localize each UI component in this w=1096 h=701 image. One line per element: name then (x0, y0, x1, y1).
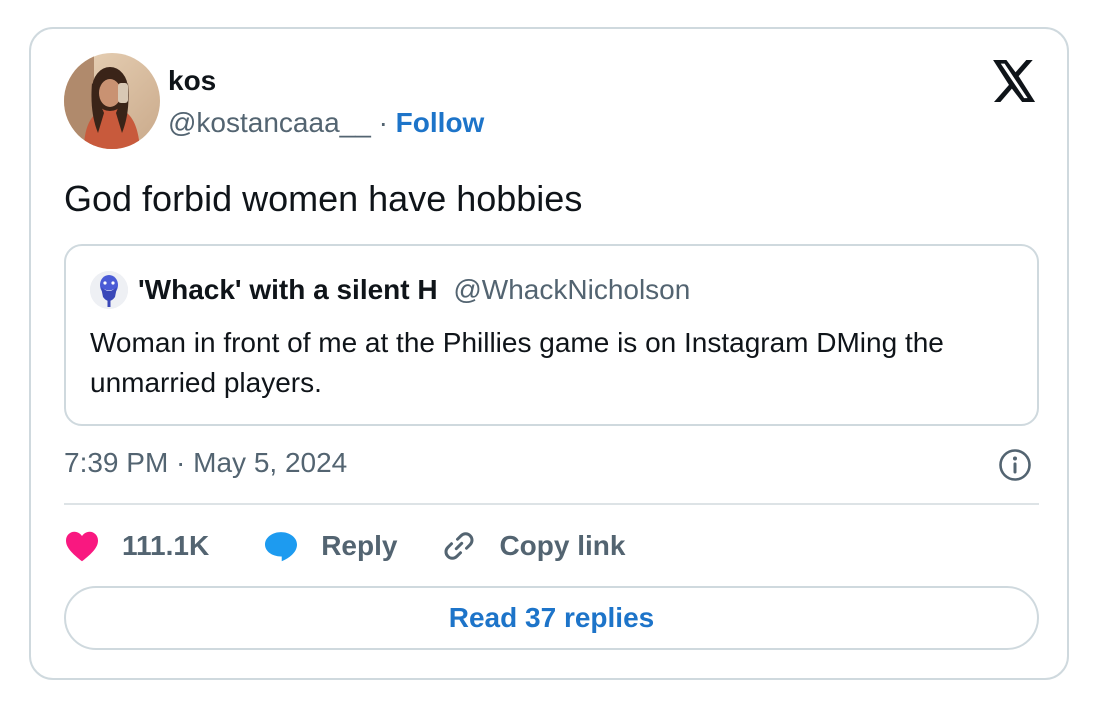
action-bar: 111.1K Reply Copy link (64, 526, 625, 566)
quoted-handle: @WhackNicholson (453, 274, 691, 305)
reply-button[interactable]: Reply (263, 530, 397, 562)
info-icon[interactable] (998, 448, 1032, 482)
read-replies-button[interactable]: Read 37 replies (64, 586, 1039, 650)
quoted-tweet-header: 'Whack' with a silent H @WhackNicholson (138, 273, 690, 307)
quoted-author-avatar (90, 271, 128, 309)
author-handle-row: @kostancaaa__ · Follow (168, 105, 484, 141)
speech-bubble-icon (263, 530, 299, 562)
heart-icon (64, 530, 100, 562)
tweet-card: kos @kostancaaa__ · Follow God forbid wo… (29, 27, 1069, 680)
link-icon (441, 528, 477, 564)
x-logo-icon[interactable] (993, 60, 1037, 102)
author-handle[interactable]: @kostancaaa__ (168, 107, 371, 138)
copy-link-button[interactable]: Copy link (441, 528, 625, 564)
handle-separator: · (378, 107, 388, 138)
like-button[interactable]: 111.1K (64, 530, 209, 562)
tweet-text: God forbid women have hobbies (64, 178, 583, 219)
follow-link[interactable]: Follow (396, 107, 485, 138)
reply-label: Reply (321, 530, 398, 561)
copy-link-label: Copy link (499, 530, 626, 561)
tweet-timestamp[interactable]: 7:39 PM · May 5, 2024 (64, 445, 347, 481)
like-count: 111.1K (122, 530, 210, 561)
quoted-tweet-text: Woman in front of me at the Phillies gam… (90, 327, 944, 398)
author-avatar[interactable] (64, 53, 160, 149)
author-display-name[interactable]: kos (168, 64, 216, 98)
divider (64, 503, 1039, 505)
quoted-tweet[interactable]: 'Whack' with a silent H @WhackNicholson … (64, 244, 1039, 426)
quoted-display-name: 'Whack' with a silent H (138, 274, 438, 305)
